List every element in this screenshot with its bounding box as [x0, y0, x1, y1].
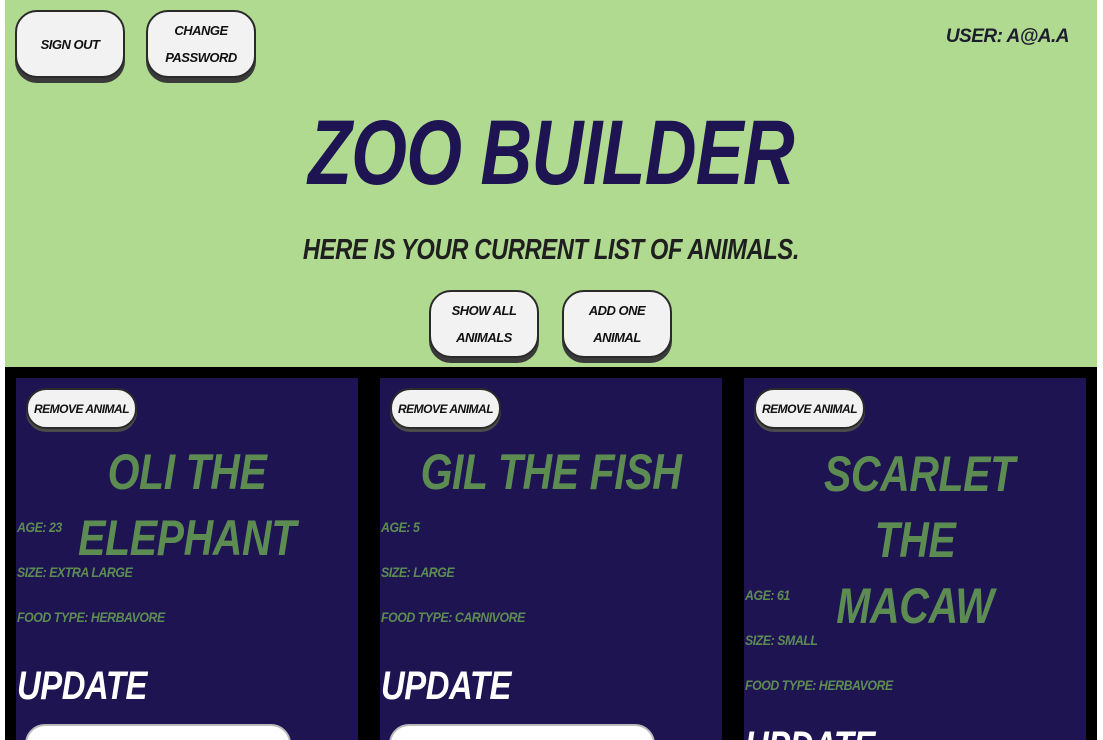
sign-out-button[interactable]: Sign Out — [15, 10, 125, 78]
page: Sign Out Change Password User: a@a.a Zoo… — [5, 0, 1097, 740]
remove-animal-button[interactable]: Remove Animal — [754, 388, 865, 429]
remove-animal-button[interactable]: Remove Animal — [26, 388, 137, 429]
animal-age: Age: 23 — [17, 519, 62, 535]
page-subtitle: Here is your current list of animals. — [302, 234, 800, 266]
update-input[interactable] — [25, 724, 291, 740]
animal-card: Remove Animal Scarlet the Macaw Age: 61 … — [744, 378, 1086, 740]
page-title: Zoo Builder — [308, 102, 795, 204]
user-label: User: a@a.a — [945, 26, 1070, 47]
animal-size: Size: Large — [381, 564, 455, 580]
animal-food-type: Food Type: Herbavore — [745, 677, 893, 693]
animal-name: Gil the Fish — [420, 444, 682, 500]
update-input[interactable] — [389, 724, 655, 740]
animal-size: Size: Extra Large — [17, 564, 133, 580]
add-one-animal-button[interactable]: Add One Animal — [562, 290, 672, 358]
animal-card: Remove Animal Oli the Elephant Age: 23 S… — [16, 378, 358, 740]
animal-size: Size: Small — [745, 632, 818, 648]
update-heading: Update — [381, 664, 511, 708]
animal-food-type: Food Type: Carnivore — [381, 609, 525, 625]
change-password-button[interactable]: Change Password — [146, 10, 256, 78]
animal-age: Age: 61 — [745, 587, 790, 603]
update-heading: Update — [745, 724, 875, 740]
show-all-animals-button[interactable]: Show All Animals — [429, 290, 539, 358]
animal-card: Remove Animal Gil the Fish Age: 5 Size: … — [380, 378, 722, 740]
remove-animal-button[interactable]: Remove Animal — [390, 388, 501, 429]
animal-food-type: Food Type: Herbavore — [17, 609, 165, 625]
animal-name: Scarlet the Macaw — [823, 446, 1015, 634]
update-heading: Update — [17, 664, 147, 708]
animal-name: Oli the Elephant — [78, 444, 296, 566]
animal-age: Age: 5 — [381, 519, 420, 535]
animal-list: Remove Animal Oli the Elephant Age: 23 S… — [5, 367, 1097, 740]
